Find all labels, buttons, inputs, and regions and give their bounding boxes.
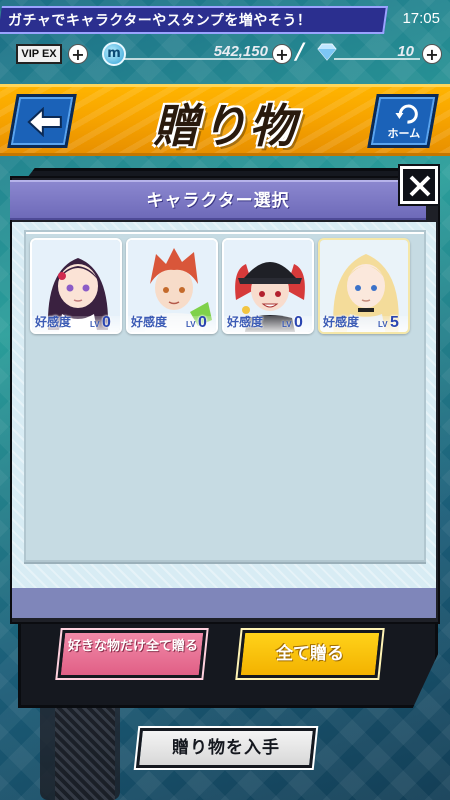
home-label: ホーム — [387, 127, 421, 140]
character-card[interactable]: 好感度 LV 5 — [318, 238, 410, 334]
obtain-gifts-label: 贈り物を入手 — [172, 738, 280, 758]
background-character-legs — [55, 700, 115, 800]
close-button[interactable] — [398, 164, 440, 206]
clock: 17:05 — [402, 10, 440, 27]
page-title: 贈り物 — [153, 99, 297, 153]
home-return-icon — [395, 104, 418, 124]
info-banner[interactable]: ガチャでキャラクターやスタンプを増やそう！ — [0, 6, 388, 34]
level-label: LV — [90, 320, 100, 329]
level-label: LV — [282, 320, 292, 329]
affinity-label: 好感度 — [323, 315, 360, 329]
gem-plus-button[interactable]: + — [422, 44, 442, 64]
give-liked-button[interactable]: 好きな物だけ全て贈る — [55, 628, 209, 680]
affinity-level: 5 — [390, 314, 399, 331]
character-list[interactable]: 好感度 LV 0 好感度 LV 0 好感度 LV 0 好感度 LV 5 — [24, 230, 426, 562]
obtain-gifts-button[interactable]: 贈り物を入手 — [133, 726, 319, 770]
home-button[interactable]: ホーム — [367, 94, 439, 148]
coin-icon: m — [102, 42, 126, 66]
level-label: LV — [378, 320, 388, 329]
affinity-level: 0 — [294, 314, 303, 331]
coin-plus-button[interactable]: + — [272, 44, 292, 64]
character-card[interactable]: 好感度 LV 0 — [30, 238, 122, 334]
modal-footer — [12, 588, 436, 618]
vip-plus-button[interactable]: + — [68, 44, 88, 64]
coin-count: 542,150 — [213, 43, 268, 60]
give-all-button[interactable]: 全て贈る — [235, 628, 385, 680]
affinity-label: 好感度 — [35, 315, 72, 329]
affinity-label: 好感度 — [131, 315, 168, 329]
gem-count: 10 — [397, 43, 414, 60]
character-card[interactable]: 好感度 LV 0 — [126, 238, 218, 334]
modal-title: キャラクター選択 — [146, 191, 290, 211]
give-liked-label: 好きな物だけ全て贈る — [68, 639, 199, 654]
character-card[interactable]: 好感度 LV 0 — [222, 238, 314, 334]
arrow-left-icon — [27, 107, 62, 137]
affinity-level: 0 — [198, 314, 207, 331]
separator-slash: / — [296, 40, 305, 65]
currency-row: VIP EX + m 542,150 + / 10 + — [0, 40, 450, 72]
info-banner-text: ガチャでキャラクターやスタンプを増やそう！ — [8, 13, 312, 29]
affinity-level: 0 — [102, 314, 111, 331]
vip-badge: VIP EX — [16, 44, 62, 64]
list-divider — [24, 562, 426, 564]
affinity-label: 好感度 — [227, 315, 264, 329]
back-button[interactable] — [7, 94, 77, 148]
close-icon — [409, 175, 431, 197]
give-all-label: 全て贈る — [276, 644, 344, 664]
level-label: LV — [186, 320, 196, 329]
